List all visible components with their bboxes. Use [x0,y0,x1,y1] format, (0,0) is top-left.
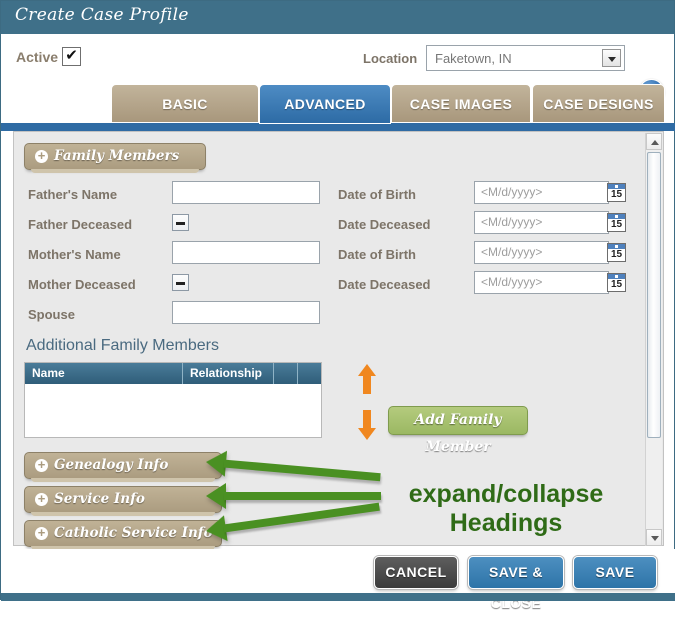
mother-deceased-checkbox[interactable] [172,274,189,291]
calendar-icon[interactable]: 15 [607,243,626,262]
scrollbar-thumb[interactable] [647,152,661,438]
calendar-icon-day: 15 [610,249,623,260]
spouse-input[interactable] [172,301,320,324]
calendar-icon-top-bar [608,274,625,279]
mother-deceased-label: Mother Deceased [28,277,136,292]
calendar-icon-top-bar [608,244,625,249]
grid-column-name[interactable]: Name [25,363,183,384]
section-header-genealogy-info-label: Genealogy Info [54,457,169,473]
cancel-button[interactable]: CANCEL [374,556,458,589]
section-header-genealogy-info[interactable]: + Genealogy Info [24,452,222,482]
mother-date-deceased-label: Date Deceased [338,277,431,292]
mother-dob-input[interactable]: <M/d/yyyy> [474,241,609,264]
fathers-name-label: Father's Name [28,187,118,202]
section-header-family-members[interactable]: + Family Members [24,143,206,173]
chevron-down-icon[interactable] [602,49,621,67]
annotation-text: expand/collapse Headings [391,480,621,538]
plus-icon: + [35,149,48,163]
tab-bar-underline [1,123,675,131]
save-and-close-button[interactable]: SAVE & CLOSE [468,556,564,611]
section-header-lip [31,512,215,516]
move-up-arrow-icon[interactable] [358,364,376,394]
plus-icon: + [35,458,48,472]
scroll-down-button[interactable] [646,529,662,546]
tab-case-images[interactable]: CASE IMAGES [391,84,531,123]
father-deceased-label: Father Deceased [28,217,133,232]
location-label: Location [363,51,418,66]
calendar-icon[interactable]: 15 [607,273,626,292]
tab-case-designs[interactable]: CASE DESIGNS [532,84,665,123]
annotation-line-2: Headings [449,509,563,537]
calendar-icon-day: 15 [610,279,623,290]
calendar-icon-top-bar [608,214,625,219]
calendar-icon-day: 15 [610,219,623,230]
section-header-catholic-service-info[interactable]: + Catholic Service Info [24,520,222,550]
tab-advanced[interactable]: ADVANCED [259,84,391,124]
save-button[interactable]: SAVE [573,556,657,589]
fathers-name-input[interactable] [172,181,320,204]
section-header-catholic-service-info-label: Catholic Service Info [54,525,213,541]
tab-basic[interactable]: BASIC [111,84,259,123]
plus-icon: + [35,526,48,540]
father-date-deceased-label: Date Deceased [338,217,431,232]
location-selected-value: Faketown, IN [435,51,512,66]
grid-column-spacer-1 [274,363,298,384]
calendar-icon-day: 15 [610,189,623,200]
add-family-member-button[interactable]: Add Family Member [388,406,528,455]
panel-scrollbar[interactable] [645,133,662,546]
calendar-icon-top-bar [608,184,625,189]
grid-body-empty [25,384,321,437]
top-toolbar: Active ✔ Location Faketown, IN ? [1,34,674,104]
create-case-profile-window: Create Case Profile Active ✔ Location Fa… [0,0,675,611]
section-header-service-info-label: Service Info [54,491,145,507]
location-select[interactable]: Faketown, IN [426,45,625,71]
section-header-service-info[interactable]: + Service Info [24,486,222,516]
move-down-arrow-icon[interactable] [358,410,376,440]
father-dob-label: Date of Birth [338,187,416,202]
mother-date-deceased-input[interactable]: <M/d/yyyy> [474,271,609,294]
calendar-icon[interactable]: 15 [607,213,626,232]
father-deceased-checkbox[interactable] [172,214,189,231]
section-header-family-members-label: Family Members [54,148,180,164]
section-header-lip [31,169,199,173]
father-date-deceased-input[interactable]: <M/d/yyyy> [474,211,609,234]
section-header-lip [31,478,215,482]
page-title: Create Case Profile [15,5,189,25]
annotation-line-1: expand/collapse [408,480,604,508]
mothers-name-label: Mother's Name [28,247,121,262]
grid-header-row: Name Relationship [25,363,321,384]
grid-column-spacer-2 [298,363,321,384]
mothers-name-input[interactable] [172,241,320,264]
additional-family-members-grid[interactable]: Name Relationship [24,362,322,438]
active-label: Active [16,49,59,65]
spouse-label: Spouse [28,307,75,322]
calendar-icon[interactable]: 15 [607,183,626,202]
mother-dob-label: Date of Birth [338,247,416,262]
active-checkbox[interactable]: ✔ [62,47,81,66]
plus-icon: + [35,492,48,506]
additional-family-members-heading: Additional Family Members [26,337,219,354]
grid-column-relationship[interactable]: Relationship [183,363,274,384]
scroll-up-button[interactable] [646,133,662,150]
window-titlebar: Create Case Profile [1,1,674,34]
father-dob-input[interactable]: <M/d/yyyy> [474,181,609,204]
